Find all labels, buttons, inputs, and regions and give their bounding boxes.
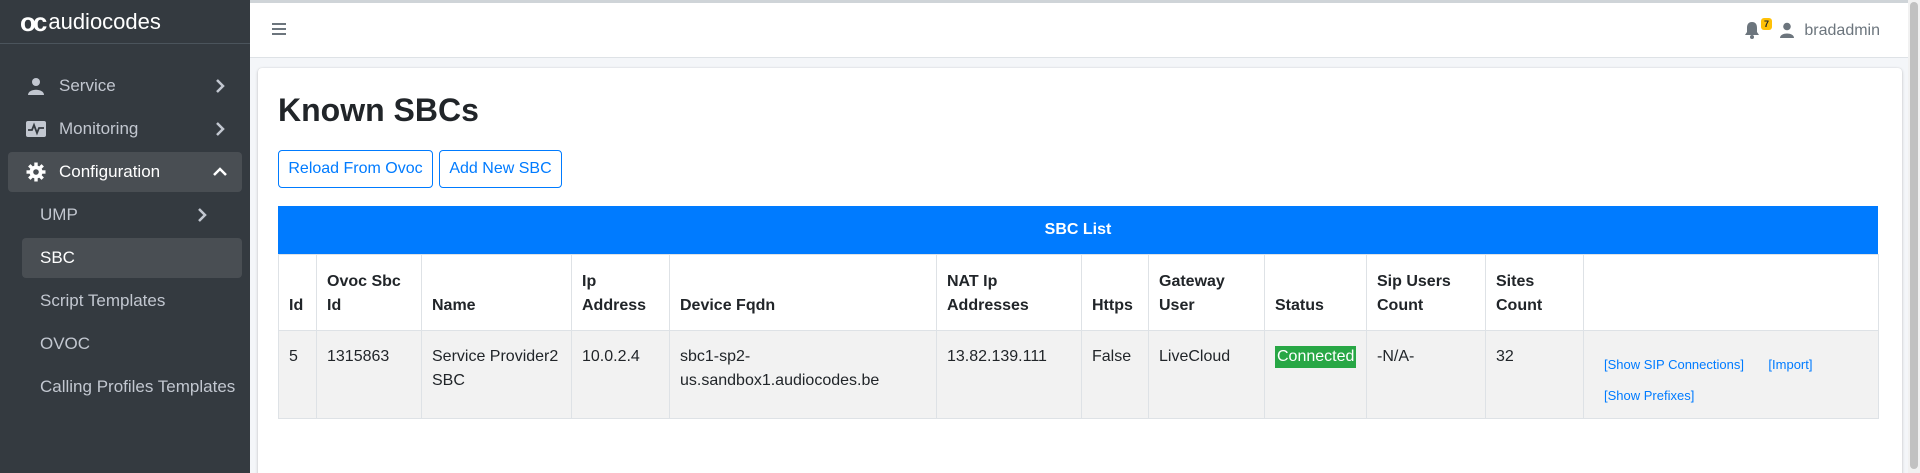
cell-ovoc-sbc-id: 1315863 [316, 330, 422, 419]
sidebar-subitem-script-templates[interactable]: Script Templates [22, 281, 242, 321]
cell-status: Connected [1264, 330, 1367, 419]
sidebar-subitem-label: OVOC [40, 334, 91, 353]
user-icon [25, 75, 47, 97]
audiocodes-logo: oc audiocodes [20, 9, 161, 35]
bell-icon[interactable] [1744, 21, 1762, 41]
show-sip-connections-link[interactable]: [Show SIP Connections] [1604, 349, 1744, 380]
sidebar-subitem-calling-profiles-templates[interactable]: Calling Profiles Templates [22, 367, 242, 407]
cell-nat-ip-addresses: 13.82.139.111 [936, 330, 1082, 419]
username: bradadmin [1804, 22, 1880, 39]
show-prefixes-link[interactable]: [Show Prefixes] [1604, 380, 1694, 411]
hamburger-menu-icon[interactable] [272, 22, 286, 36]
sidebar: oc audiocodes Service Monitoring Configu… [0, 0, 250, 473]
user-menu[interactable]: bradadmin [1780, 22, 1880, 40]
sidebar-subitem-label: UMP [40, 205, 78, 224]
chevron-right-icon [212, 121, 228, 137]
table-caption: SBC List [278, 206, 1878, 254]
sidebar-item-configuration[interactable]: Configuration [8, 152, 242, 192]
chevron-right-icon [194, 207, 210, 223]
reload-from-ovoc-button[interactable]: Reload From Ovoc [278, 150, 433, 188]
column-header-nat-ip-addresses[interactable]: NAT Ip Addresses [936, 254, 1082, 331]
column-header-actions [1583, 254, 1879, 331]
sidebar-subitem-ump[interactable]: UMP [22, 195, 242, 235]
column-header-device-fqdn[interactable]: Device Fqdn [669, 254, 937, 331]
add-new-sbc-button[interactable]: Add New SBC [439, 150, 562, 188]
cell-id: 5 [278, 330, 317, 419]
column-header-ip-address[interactable]: Ip Address [571, 254, 670, 331]
column-header-name[interactable]: Name [421, 254, 572, 331]
content-card: Known SBCs Reload From Ovoc Add New SBC … [258, 68, 1902, 473]
sidebar-subitem-sbc[interactable]: SBC [22, 238, 242, 278]
sidebar-item-monitoring[interactable]: Monitoring [8, 109, 242, 149]
sidebar-item-label: Service [59, 76, 116, 95]
scrollbar-thumb[interactable] [1910, 2, 1918, 469]
column-header-gateway-user[interactable]: Gateway User [1148, 254, 1265, 331]
column-header-ovoc-sbc-id[interactable]: Ovoc Sbc Id [316, 254, 422, 331]
cell-https: False [1081, 330, 1149, 419]
sidebar-subitem-label: SBC [40, 248, 75, 267]
column-header-sip-users-count[interactable]: Sip Users Count [1366, 254, 1486, 331]
sidebar-item-service[interactable]: Service [8, 66, 242, 106]
column-header-id[interactable]: Id [278, 254, 317, 331]
top-navbar: 7 bradadmin [250, 0, 1920, 58]
sidebar-nav: Service Monitoring Configuration UMP SBC… [0, 44, 250, 407]
table-header-row: Id Ovoc Sbc Id Name Ip Address Device Fq… [278, 254, 1879, 331]
notification-count-badge: 7 [1761, 18, 1772, 30]
brand-name: audiocodes [48, 8, 161, 34]
column-header-https[interactable]: Https [1081, 254, 1149, 331]
gear-icon [25, 161, 47, 183]
cell-device-fqdn: sbc1-sp2-us.sandbox1.audiocodes.be [669, 330, 937, 419]
page-title: Known SBCs [278, 92, 479, 128]
chevron-up-icon [212, 164, 228, 180]
chevron-right-icon [212, 78, 228, 94]
page-scrollbar[interactable] [1908, 0, 1920, 473]
import-link[interactable]: [Import] [1768, 349, 1812, 380]
sidebar-item-label: Monitoring [59, 119, 139, 138]
column-header-status[interactable]: Status [1264, 254, 1367, 331]
sidebar-subitem-ovoc[interactable]: OVOC [22, 324, 242, 364]
column-header-sites-count[interactable]: Sites Count [1485, 254, 1584, 331]
status-badge: Connected [1275, 346, 1357, 368]
cell-name: Service Provider2 SBC [421, 330, 572, 419]
brand-mark: oc [20, 6, 47, 37]
sbc-table-container: SBC List Id Ovoc Sbc Id Name Ip Address … [278, 206, 1879, 419]
sidebar-subitem-label: Script Templates [40, 291, 166, 310]
cell-sites-count: 32 [1485, 330, 1584, 419]
cell-sip-users-count: -N/A- [1366, 330, 1486, 419]
sidebar-item-label: Configuration [59, 162, 161, 181]
monitor-chart-icon [25, 118, 47, 140]
table-row: 5 1315863 Service Provider2 SBC 10.0.2.4… [278, 330, 1879, 419]
brand[interactable]: oc audiocodes [0, 0, 250, 44]
sidebar-subitem-label: Calling Profiles Templates [40, 377, 236, 396]
user-icon [1780, 22, 1796, 40]
cell-ip-address: 10.0.2.4 [571, 330, 670, 419]
cell-gateway-user: LiveCloud [1148, 330, 1265, 419]
sbc-table: Id Ovoc Sbc Id Name Ip Address Device Fq… [278, 254, 1879, 419]
cell-actions: [Show SIP Connections] [Import] [Show Pr… [1583, 330, 1879, 419]
